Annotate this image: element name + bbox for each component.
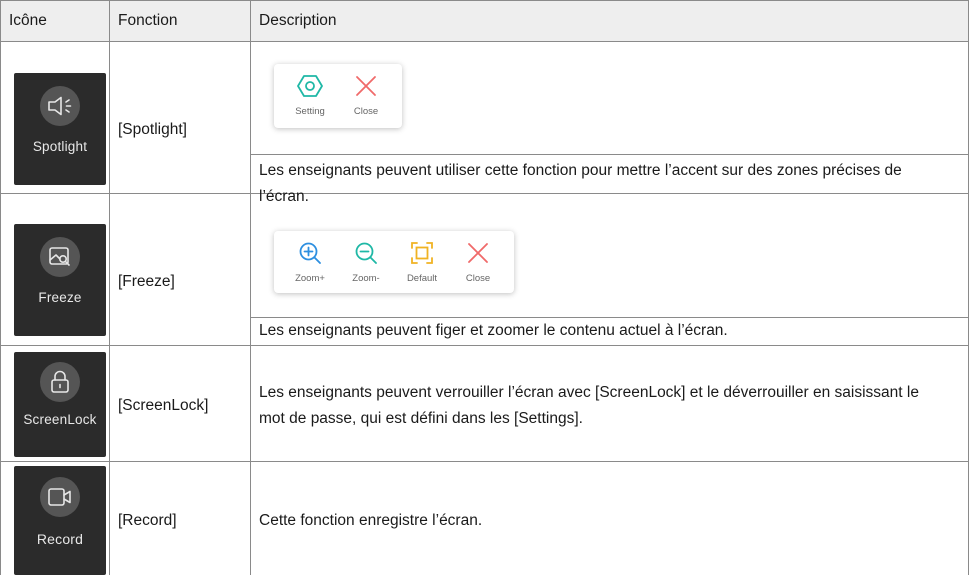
row-divider xyxy=(0,41,969,42)
description-spotlight: Les enseignants peuvent utiliser cette f… xyxy=(259,162,902,205)
close-x-icon xyxy=(468,243,488,263)
setting-button[interactable]: Setting xyxy=(282,64,338,117)
description-record: Cette fonction enregistre l’écran. xyxy=(259,512,483,529)
zoom-out-label: Zoom- xyxy=(352,273,380,284)
close-x-icon xyxy=(356,76,376,96)
record-tile: Record xyxy=(14,466,106,575)
zoom-out-icon xyxy=(355,242,377,264)
zoom-in-button[interactable]: Zoom+ xyxy=(282,231,338,284)
function-table: Icône Fonction Description Spotlight [Sp… xyxy=(0,0,969,575)
spotlight-toolbar: Setting Close xyxy=(274,64,402,128)
freeze-icon xyxy=(40,237,80,277)
spotlight-label: Spotlight xyxy=(32,139,88,154)
lock-icon xyxy=(40,362,80,402)
table-border-left xyxy=(0,0,1,575)
close-button[interactable]: Close xyxy=(450,231,506,284)
default-label: Default xyxy=(406,273,438,284)
cell-divider xyxy=(250,154,969,155)
description-screenlock: Les enseignants peuvent verrouiller l’éc… xyxy=(259,384,919,427)
function-record: [Record] xyxy=(118,512,177,529)
column-divider xyxy=(250,0,251,575)
close-label: Close xyxy=(353,106,379,117)
freeze-tile: Freeze xyxy=(14,224,106,336)
function-screenlock: [ScreenLock] xyxy=(118,397,209,414)
row-divider xyxy=(0,461,969,462)
zoom-in-icon xyxy=(299,242,321,264)
header-icon: Icône xyxy=(9,12,47,29)
freeze-label: Freeze xyxy=(38,290,82,305)
default-button[interactable]: Default xyxy=(394,231,450,284)
setting-label: Setting xyxy=(295,106,325,117)
function-spotlight: [Spotlight] xyxy=(118,121,187,138)
hexagon-setting-icon xyxy=(297,75,323,97)
row-divider xyxy=(0,345,969,346)
header-function: Fonction xyxy=(118,12,178,29)
close-button[interactable]: Close xyxy=(338,64,394,117)
screenlock-label: ScreenLock xyxy=(23,412,97,427)
freeze-toolbar: Zoom+ Zoom- Default Close xyxy=(274,231,514,293)
record-label: Record xyxy=(36,531,84,547)
table-border-top xyxy=(0,0,969,1)
screenlock-tile: ScreenLock xyxy=(14,352,106,457)
column-divider xyxy=(109,0,110,575)
close-label: Close xyxy=(465,273,491,284)
spotlight-icon xyxy=(40,86,80,126)
zoom-out-button[interactable]: Zoom- xyxy=(338,231,394,284)
video-record-icon xyxy=(40,477,80,517)
function-freeze: [Freeze] xyxy=(118,273,175,290)
description-freeze: Les enseignants peuvent figer et zoomer … xyxy=(259,322,728,339)
header-description: Description xyxy=(259,12,337,29)
default-frame-icon xyxy=(411,242,433,264)
spotlight-tile: Spotlight xyxy=(14,73,106,185)
zoom-in-label: Zoom+ xyxy=(295,273,325,284)
